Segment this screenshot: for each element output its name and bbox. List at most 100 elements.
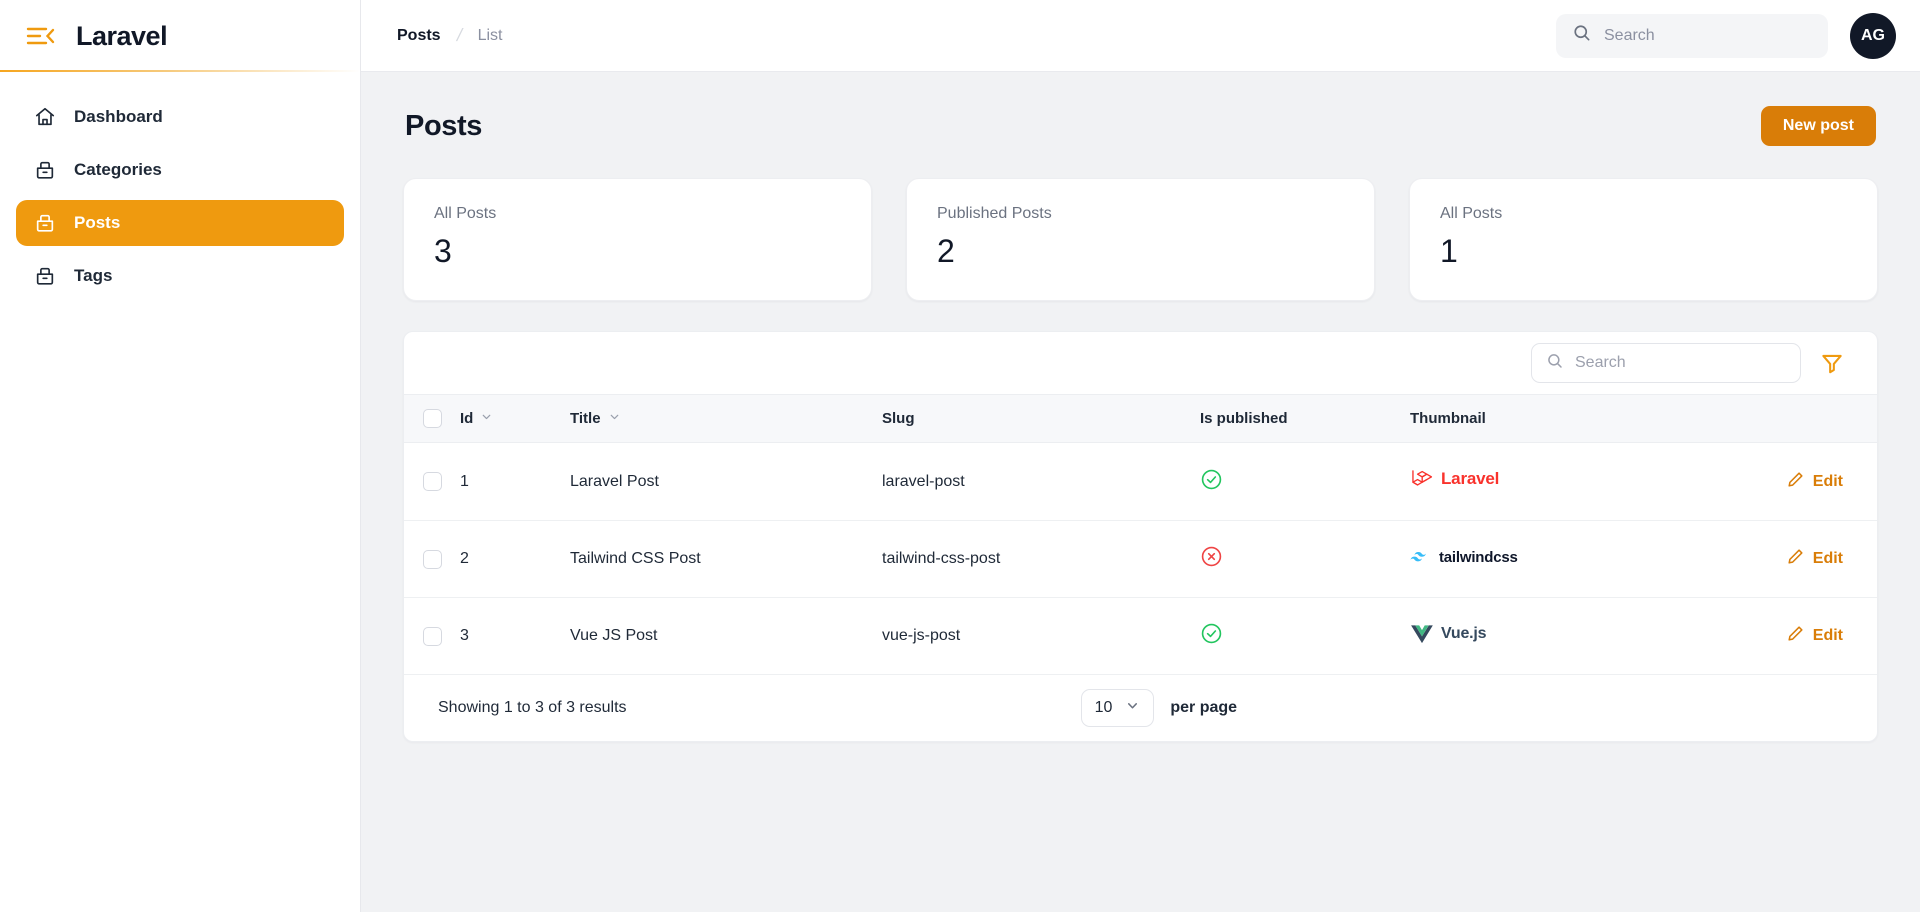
posts-table: Id Title xyxy=(404,394,1877,675)
pencil-icon xyxy=(1787,548,1804,570)
main-area: Posts / List AG xyxy=(361,0,1920,912)
column-label: Thumbnail xyxy=(1410,410,1486,427)
table-header-row: Id Title xyxy=(404,395,1877,443)
column-label: Is published xyxy=(1200,410,1288,427)
chevron-down-icon xyxy=(1125,698,1140,718)
table-footer: Showing 1 to 3 of 3 results 10 per page xyxy=(404,675,1877,741)
stat-value: 3 xyxy=(434,233,841,270)
sidebar-item-label: Tags xyxy=(74,266,112,286)
global-search[interactable] xyxy=(1556,14,1828,58)
column-label: Id xyxy=(460,410,473,427)
table-search[interactable] xyxy=(1531,343,1801,383)
cell-title: Vue JS Post xyxy=(570,598,882,675)
column-select-all xyxy=(404,395,460,443)
sidebar-item-dashboard[interactable]: Dashboard xyxy=(16,94,344,140)
sidebar-item-posts[interactable]: Posts xyxy=(16,200,344,246)
select-all-checkbox[interactable] xyxy=(423,409,442,428)
per-page-select[interactable]: 10 xyxy=(1081,689,1155,727)
edit-button[interactable]: Edit xyxy=(1787,548,1843,570)
search-icon xyxy=(1546,352,1564,375)
hamburger-collapse-icon[interactable] xyxy=(26,25,56,47)
cell-slug: tailwind-css-post xyxy=(882,521,1200,598)
cell-actions: Edit xyxy=(1700,598,1877,675)
breadcrumb: Posts / List xyxy=(397,25,503,46)
app-root: Laravel Dashboard xyxy=(0,0,1920,912)
cell-id: 2 xyxy=(460,521,570,598)
row-checkbox[interactable] xyxy=(423,627,442,646)
cell-actions: Edit xyxy=(1700,443,1877,521)
table-row[interactable]: 2 Tailwind CSS Post tailwind-css-post xyxy=(404,521,1877,598)
chevron-down-icon xyxy=(608,410,621,427)
column-label: Title xyxy=(570,410,601,427)
archive-box-icon xyxy=(34,265,56,287)
page-header: Posts New post xyxy=(403,106,1878,146)
tailwindcss-logo: tailwindcss xyxy=(1410,549,1518,566)
archive-box-icon xyxy=(34,212,56,234)
column-thumbnail: Thumbnail xyxy=(1410,395,1700,443)
column-is-published: Is published xyxy=(1200,395,1410,443)
sidebar-item-tags[interactable]: Tags xyxy=(16,253,344,299)
results-summary: Showing 1 to 3 of 3 results xyxy=(438,699,627,717)
breadcrumb-link-list[interactable]: List xyxy=(478,27,503,45)
pencil-icon xyxy=(1787,625,1804,647)
breadcrumb-current: Posts xyxy=(397,27,441,45)
column-label: Slug xyxy=(882,410,915,427)
check-circle-icon xyxy=(1200,632,1223,649)
thumbnail-label: Laravel xyxy=(1441,469,1499,489)
archive-box-icon xyxy=(34,159,56,181)
table-body: 1 Laravel Post laravel-post xyxy=(404,443,1877,675)
stat-label: All Posts xyxy=(1440,205,1847,223)
topbar: Posts / List AG xyxy=(361,0,1920,72)
column-title[interactable]: Title xyxy=(570,395,882,443)
row-checkbox[interactable] xyxy=(423,472,442,491)
search-input[interactable] xyxy=(1604,27,1812,45)
vuejs-logo: Vue.js xyxy=(1410,624,1486,644)
page-content: Posts New post All Posts 3 Published Pos… xyxy=(361,72,1920,912)
sidebar-nav: Dashboard Categories xyxy=(0,72,360,299)
stat-label: All Posts xyxy=(434,205,841,223)
table-row[interactable]: 3 Vue JS Post vue-js-post xyxy=(404,598,1877,675)
sidebar-item-label: Dashboard xyxy=(74,107,163,127)
table-toolbar xyxy=(404,332,1877,394)
sidebar-item-label: Categories xyxy=(74,160,162,180)
cell-thumbnail: tailwindcss xyxy=(1410,521,1700,598)
cell-actions: Edit xyxy=(1700,521,1877,598)
search-icon xyxy=(1572,23,1592,48)
cell-is-published xyxy=(1200,598,1410,675)
per-page-control: 10 per page xyxy=(1081,689,1237,727)
cell-title: Laravel Post xyxy=(570,443,882,521)
breadcrumb-separator: / xyxy=(454,25,463,46)
cell-is-published xyxy=(1200,521,1410,598)
row-checkbox[interactable] xyxy=(423,550,442,569)
cell-slug: vue-js-post xyxy=(882,598,1200,675)
sidebar: Laravel Dashboard xyxy=(0,0,361,912)
column-slug: Slug xyxy=(882,395,1200,443)
cell-id: 3 xyxy=(460,598,570,675)
table-search-input[interactable] xyxy=(1575,354,1786,372)
edit-button[interactable]: Edit xyxy=(1787,625,1843,647)
sidebar-item-label: Posts xyxy=(74,213,120,233)
stat-card-all-posts: All Posts 3 xyxy=(403,178,872,301)
edit-button[interactable]: Edit xyxy=(1787,471,1843,493)
new-post-button[interactable]: New post xyxy=(1761,106,1876,146)
home-icon xyxy=(34,106,56,128)
posts-table-panel: Id Title xyxy=(403,331,1878,742)
cell-id: 1 xyxy=(460,443,570,521)
avatar[interactable]: AG xyxy=(1850,13,1896,59)
stat-value: 2 xyxy=(937,233,1344,270)
sidebar-item-categories[interactable]: Categories xyxy=(16,147,344,193)
row-select-cell xyxy=(404,443,460,521)
table-row[interactable]: 1 Laravel Post laravel-post xyxy=(404,443,1877,521)
cell-is-published xyxy=(1200,443,1410,521)
brand-title: Laravel xyxy=(76,21,167,52)
thumbnail-label: tailwindcss xyxy=(1439,549,1518,566)
column-id[interactable]: Id xyxy=(460,395,570,443)
row-select-cell xyxy=(404,521,460,598)
check-circle-icon xyxy=(1200,478,1223,495)
cell-thumbnail: Vue.js xyxy=(1410,598,1700,675)
funnel-filter-icon[interactable] xyxy=(1819,350,1845,376)
cell-slug: laravel-post xyxy=(882,443,1200,521)
cell-title: Tailwind CSS Post xyxy=(570,521,882,598)
stat-label: Published Posts xyxy=(937,205,1344,223)
per-page-label: per page xyxy=(1170,699,1237,717)
